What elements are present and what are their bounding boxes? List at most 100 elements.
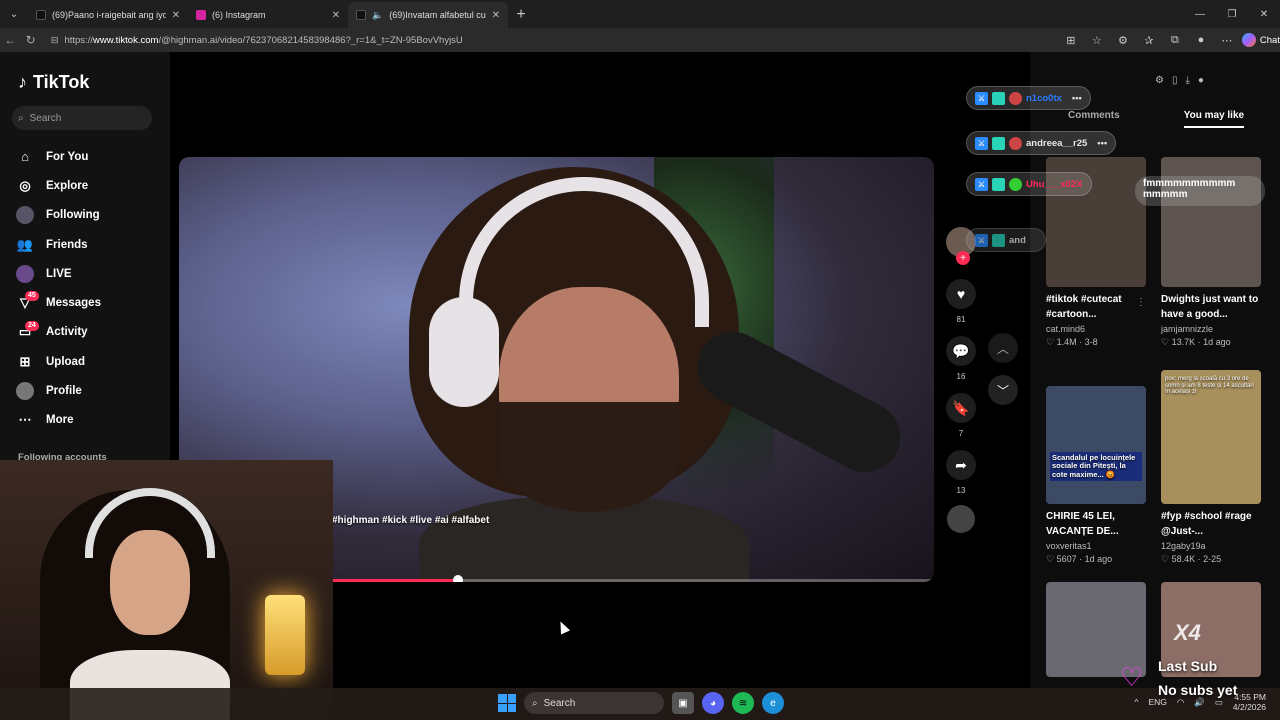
url-field[interactable]: ⊟ https://www.tiktok.com/@highman.ai/vid…	[45, 30, 1050, 50]
comment-count: 16	[956, 372, 966, 381]
sidebar-item-more[interactable]: ⋯ More	[16, 406, 166, 435]
chat-user-pill: ⚔ and	[966, 228, 1046, 252]
video-caption[interactable]: #highman #kick #live #ai #alfabet	[332, 515, 489, 526]
settings-icon[interactable]: ⚙	[1155, 75, 1164, 86]
settings-more-icon[interactable]: ⋯	[1216, 30, 1238, 50]
progress-knob[interactable]	[453, 575, 463, 582]
task-view-icon[interactable]: ▣	[672, 692, 694, 714]
sidebar-item-profile[interactable]: Profile	[16, 376, 166, 405]
tab-list-icon[interactable]: ⌄	[0, 0, 28, 28]
back-icon[interactable]: ←	[0, 28, 20, 52]
comment-icon[interactable]: 💬	[946, 336, 976, 366]
card-title[interactable]: Dwights just want to have a good...	[1161, 293, 1263, 322]
card-title[interactable]: #fyp #school #rage @Just-...	[1161, 510, 1263, 539]
maximize-icon[interactable]: ❐	[1216, 0, 1248, 28]
no-subs-label: No subs yet	[1158, 682, 1238, 698]
music-disc-icon[interactable]	[947, 505, 975, 533]
favorites-icon[interactable]: ✰	[1138, 30, 1160, 50]
taskbar-search[interactable]: ⌕ Search	[524, 692, 664, 714]
search-icon: ⌕	[532, 697, 538, 709]
sidebar-item-for-you[interactable]: ⌂ For You	[16, 142, 166, 171]
follow-plus-icon[interactable]: +	[956, 251, 970, 265]
video-actions: + ♥ 81 💬 16 🔖 7 ➦ 13	[944, 227, 978, 533]
chat-user-pill: ⚔ andreea__r25 •••	[966, 131, 1117, 155]
more-icon: ⋯	[18, 412, 32, 428]
collections-icon[interactable]: ⧉	[1164, 30, 1186, 50]
video-progress-bar[interactable]	[332, 575, 932, 582]
edge-icon[interactable]: e	[762, 692, 784, 714]
app-available-icon[interactable]: ⊞	[1060, 30, 1082, 50]
sidebar-item-following[interactable]: Following	[16, 201, 166, 230]
phone-icon[interactable]: ▯	[1172, 75, 1178, 86]
extensions-icon[interactable]: ⚙	[1112, 30, 1134, 50]
share-action[interactable]: ➦ 13	[944, 450, 978, 495]
windows-start-icon[interactable]	[498, 694, 516, 712]
user-avatar-icon[interactable]: ●	[1198, 75, 1204, 86]
card-title[interactable]: #tiktok #cutecat #cartoon...	[1046, 293, 1148, 322]
card-author[interactable]: voxveritas1	[1046, 541, 1148, 551]
sidebar: ♪ TikTok ⌕ Search ⌂ For You ◎ Explore Fo…	[0, 52, 170, 463]
video-thumbnail[interactable]: Scandalul pe locuințele sociale din Pite…	[1046, 386, 1146, 504]
more-options-icon[interactable]: ⋮	[1136, 297, 1146, 308]
chat-username: n1co0tx	[1026, 92, 1062, 104]
card-author[interactable]: 12gaby19a	[1161, 541, 1263, 551]
download-icon[interactable]: ⤓	[1185, 75, 1189, 86]
comment-action[interactable]: 💬 16	[944, 336, 978, 381]
sidebar-item-friends[interactable]: 👥 Friends	[16, 230, 166, 259]
tab-comments[interactable]: Comments	[1068, 110, 1120, 128]
sidebar-item-live[interactable]: LIVE	[16, 259, 166, 288]
browser-tab-active[interactable]: 🔈 (69)Invatam alfabetul cu @hy ✕	[348, 2, 508, 28]
search-input[interactable]: ⌕ Search	[12, 106, 152, 130]
copilot-chat-button[interactable]: Chat	[1241, 33, 1280, 47]
sidebar-item-messages[interactable]: ▽ 45 Messages	[16, 288, 166, 317]
site-info-icon[interactable]: ⊟	[51, 35, 59, 46]
sidebar-item-label: Activity	[46, 326, 88, 339]
share-icon[interactable]: ➦	[946, 450, 976, 480]
close-tab-icon[interactable]: ✕	[172, 10, 180, 21]
upload-icon: ⊞	[19, 353, 31, 369]
chat-label: Chat	[1259, 34, 1280, 46]
sword-badge-icon: ⚔	[975, 177, 988, 191]
sidebar-item-activity[interactable]: ▭ 24 Activity	[16, 318, 166, 347]
copilot-icon	[1241, 33, 1256, 47]
tab-title: (69)Invatam alfabetul cu @hy	[389, 10, 486, 20]
discord-icon[interactable]: ◕	[702, 692, 724, 714]
last-sub-label: Last Sub	[1158, 658, 1218, 674]
speaker-icon[interactable]: 🔈	[372, 10, 383, 21]
grid-badge-icon	[992, 177, 1005, 191]
browser-tab[interactable]: (69)Paano i-raigebait ang iyong p ✕	[28, 2, 188, 28]
save-action[interactable]: 🔖 7	[944, 393, 978, 438]
recommendation-card[interactable]: pov: merg la școală cu 3 ore de somn și …	[1161, 370, 1263, 565]
card-author[interactable]: jamjamnizzle	[1161, 324, 1263, 334]
profile-icon[interactable]: ●	[1190, 30, 1212, 50]
sidebar-item-upload[interactable]: ⊞ Upload	[16, 347, 166, 376]
screen: ⌄ (69)Paano i-raigebait ang iyong p ✕ (6…	[0, 0, 1280, 720]
last-sub-widget: X4 ♡ Last Sub No subs yet	[1118, 618, 1268, 706]
close-tab-icon[interactable]: ✕	[332, 10, 340, 21]
minimize-icon[interactable]: —	[1184, 0, 1216, 28]
new-tab-button[interactable]: +	[508, 2, 534, 28]
like-action[interactable]: ♥ 81	[944, 279, 978, 324]
video-thumbnail[interactable]: pov: merg la școală cu 3 ore de somn și …	[1161, 370, 1261, 504]
sidebar-item-explore[interactable]: ◎ Explore	[16, 171, 166, 200]
sidebar-item-label: For You	[46, 150, 89, 163]
chat-user-pill: ⚔ Uhu___x02X	[966, 172, 1092, 196]
share-count: 13	[956, 486, 966, 495]
browser-tab[interactable]: (6) Instagram ✕	[188, 2, 348, 28]
bookmark-icon[interactable]: 🔖	[946, 393, 976, 423]
heart-icon[interactable]: ♥	[946, 279, 976, 309]
close-tab-icon[interactable]: ✕	[492, 10, 500, 21]
close-window-icon[interactable]: ✕	[1248, 0, 1280, 28]
recommendation-card[interactable]: Scandalul pe locuințele sociale din Pite…	[1046, 386, 1148, 565]
previous-video-chevron-up-icon[interactable]: ︿	[988, 333, 1018, 363]
tab-you-may-like[interactable]: You may like	[1183, 110, 1245, 128]
card-author[interactable]: cat.mind6	[1046, 324, 1148, 334]
tab-title: (6) Instagram	[212, 10, 266, 20]
refresh-icon[interactable]: ↻	[20, 28, 40, 52]
card-title[interactable]: CHIRIE 45 LEI, VACANȚE DE...	[1046, 510, 1148, 539]
tiktok-logo[interactable]: ♪ TikTok	[18, 72, 89, 93]
next-video-chevron-down-icon[interactable]: ﹀	[988, 375, 1018, 405]
spotify-icon[interactable]: ≋	[732, 692, 754, 714]
favorite-star-icon[interactable]: ☆	[1086, 30, 1108, 50]
tiktok-note-icon: ♪	[18, 72, 27, 92]
